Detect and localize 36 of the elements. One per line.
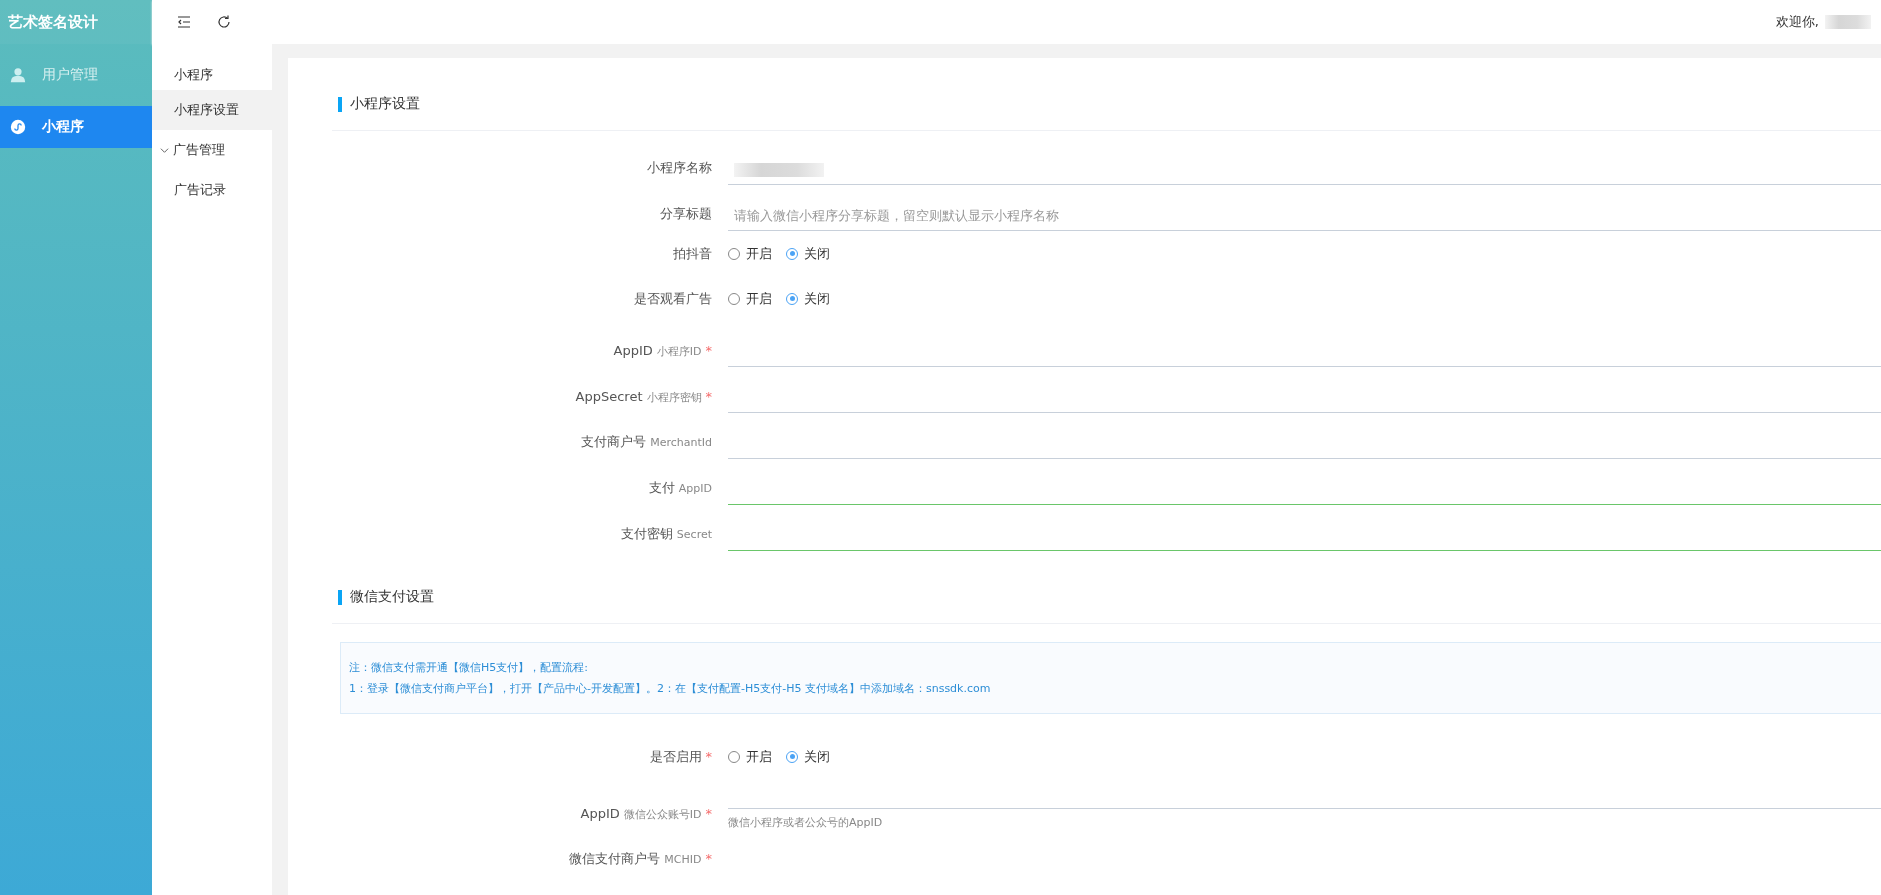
field-label: 支付密钥 Secret (619, 525, 713, 543)
refresh-icon[interactable] (216, 14, 232, 30)
mini-program-icon (10, 119, 26, 135)
field-label: 小程序名称 (646, 159, 713, 177)
field-label: 分享标题 (659, 205, 713, 223)
field-label: AppID 微信公众账号ID * (579, 806, 713, 823)
subnav-item[interactable]: 小程序设置 (152, 90, 272, 130)
field-label: 拍抖音 (672, 244, 713, 263)
section-title: 微信支付设置 (350, 588, 434, 606)
welcome-text: 欢迎你, (1775, 13, 1819, 31)
field-hint: 微信小程序或者公众号的AppID (728, 815, 884, 830)
field-label: 支付商户号 MerchantId (580, 433, 713, 451)
field-label: 微信支付商户号 MCHID * (568, 850, 713, 868)
input-field[interactable]: 请输入微信小程序分享标题，留空则默认显示小程序名称 (728, 201, 1881, 231)
field-label: 是否启用 * (648, 747, 713, 766)
radio-option[interactable]: 关闭 (786, 747, 830, 766)
radio-option[interactable]: 开启 (728, 244, 772, 263)
radio-option[interactable]: 关闭 (786, 289, 830, 308)
field-label: 是否观看广告 (633, 289, 713, 308)
notice-text: 注：微信支付需开通【微信H5支付】，配置流程: (349, 660, 589, 676)
app-title: 艺术签名设计 (0, 0, 152, 44)
field-label: AppID 小程序ID * (612, 343, 713, 360)
field-label: 支付 AppID (647, 479, 713, 497)
chevron-down-icon (160, 145, 169, 155)
sidebar-item[interactable]: 小程序 (0, 106, 152, 148)
radio-option[interactable]: 开启 (728, 747, 772, 766)
section-title: 小程序设置 (350, 95, 420, 113)
radio-option[interactable]: 关闭 (786, 244, 830, 263)
field-label: AppSecret 小程序密钥 * (574, 389, 713, 406)
notice-text: 1：登录【微信支付商户平台】，打开【产品中心-开发配置】。2：在【支付配置-H5支付-H5 支付域名】中添加域名：snssdk.com (349, 681, 992, 697)
user-icon (10, 67, 26, 83)
radio-option[interactable]: 开启 (728, 289, 772, 308)
subnav-item[interactable]: 广告记录 (152, 170, 272, 210)
subnav-group[interactable]: 广告管理 (152, 130, 272, 170)
subnav-title: 小程序 (173, 66, 214, 84)
collapse-menu-icon[interactable] (176, 14, 192, 30)
